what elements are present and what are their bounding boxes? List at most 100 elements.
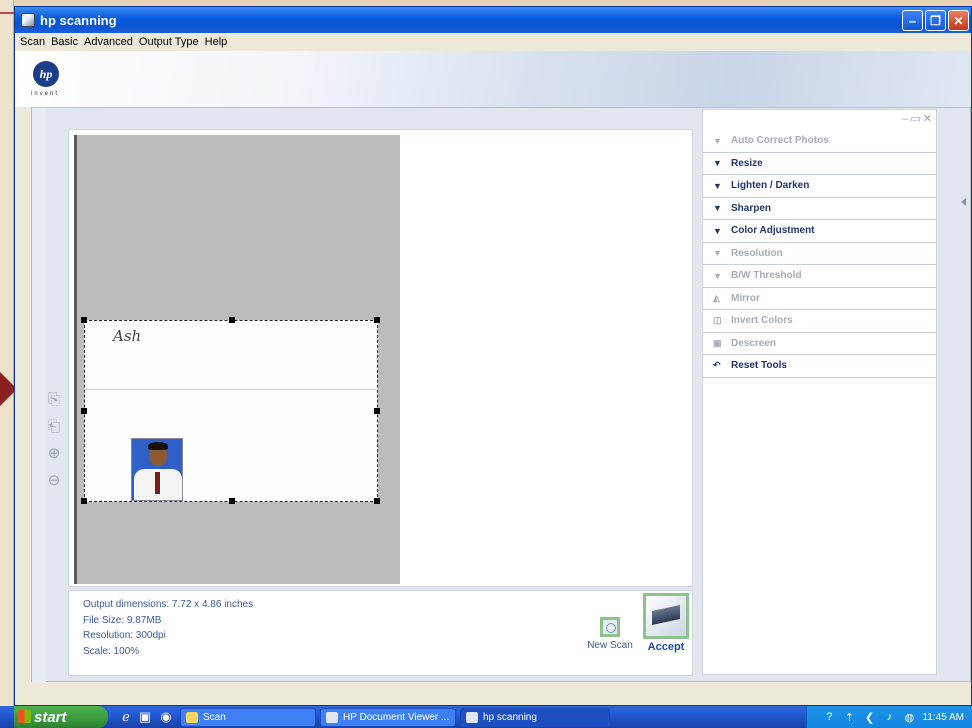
tool-label: Sharpen [731, 202, 772, 214]
new-scan-button[interactable]: New Scan [585, 617, 635, 651]
menu-scan[interactable]: Scan [17, 36, 48, 48]
tool-label: Mirror [731, 292, 760, 304]
hp-header-band: hp invent [15, 51, 971, 107]
menu-advanced[interactable]: Advanced [81, 36, 136, 48]
accept-label: Accept [647, 641, 685, 653]
quicklaunch-app-icon[interactable]: ▣ [137, 709, 153, 725]
scanner-app-icon [21, 13, 35, 27]
zoom-out-icon[interactable]: ⊖ [44, 469, 64, 491]
taskbar-label: Scan [203, 712, 226, 723]
tool-label: Auto Correct Photos [731, 135, 829, 147]
browser-icon[interactable]: ◉ [158, 709, 174, 725]
window-controls: ‒ ❐ ✕ [902, 10, 969, 31]
triangle-down-icon: ▼ [713, 248, 722, 259]
tool-label: Resize [731, 157, 763, 169]
tool-reset-tools[interactable]: ↶ Reset Tools [703, 355, 936, 378]
descreen-icon: ▣ [713, 337, 722, 348]
hp-tagline: invent [31, 91, 60, 97]
taskbar-label: HP Document Viewer ... [343, 712, 450, 723]
undo-icon: ↶ [713, 360, 721, 371]
volume-icon[interactable]: ♪ [882, 710, 896, 724]
tool-descreen: ▣ Descreen [703, 333, 936, 355]
scale: Scale: 100% [83, 646, 140, 657]
menu-bar: Scan Basic Advanced Output Type Help [15, 33, 971, 50]
scanner-app-icon [466, 712, 478, 723]
tool-mirror: ◭ Mirror [703, 288, 936, 310]
preview-tool-strip: ⎘ ⎗ ⊕ ⊖ [44, 388, 66, 496]
scanned-document-selection[interactable]: Ash [81, 317, 380, 504]
menu-basic[interactable]: Basic [48, 36, 81, 48]
crop-handle-left[interactable] [81, 408, 87, 414]
maximize-button[interactable]: ❐ [925, 10, 946, 31]
help-icon[interactable]: ? [822, 710, 836, 724]
rotate-left-icon[interactable]: ⎘ [44, 388, 64, 410]
new-scan-icon [600, 617, 620, 637]
tool-lighten-darken[interactable]: ▼ Lighten / Darken [703, 175, 936, 198]
menu-output-type[interactable]: Output Type [136, 36, 202, 48]
taskbar-label: hp scanning [483, 712, 537, 723]
window-title: hp scanning [40, 12, 117, 28]
minimize-button[interactable]: ‒ [902, 10, 923, 31]
start-button[interactable]: start [14, 706, 108, 728]
accept-button[interactable]: Accept [641, 593, 691, 653]
outer-backdrop-left [0, 0, 14, 728]
triangle-down-icon: ▼ [713, 180, 722, 191]
taskbar-button-scan[interactable]: Scan [180, 708, 316, 727]
title-bar[interactable]: hp scanning ‒ ❐ ✕ [15, 7, 971, 33]
folder-icon [186, 712, 198, 723]
monitor-icon[interactable]: ◍ [902, 710, 916, 724]
resolution: Resolution: 300dpi [83, 630, 166, 641]
scanner-accept-icon [643, 593, 689, 639]
crop-handle-bottom-left[interactable] [81, 498, 87, 504]
scanner-bed-preview: Ash [74, 135, 400, 584]
tool-sharpen[interactable]: ▼ Sharpen [703, 198, 936, 220]
triangle-down-icon: ▼ [713, 270, 722, 281]
tool-label: B/W Threshold [731, 270, 802, 282]
preview-canvas: Ash [68, 129, 693, 587]
tool-list: ▼ Auto Correct Photos ▼ Resize ▼ Lighten / … [703, 130, 936, 378]
bed-edge [74, 135, 77, 584]
close-button[interactable]: ✕ [948, 10, 969, 31]
tool-invert-colors: ◫ Invert Colors [703, 310, 936, 333]
tool-resize[interactable]: ▼ Resize [703, 153, 936, 175]
arrow-back-icon[interactable]: ❮ [862, 710, 876, 724]
red-accent-line [0, 12, 14, 14]
system-tray: ? ⇡ ❮ ♪ ◍ 11:45 AM [806, 706, 972, 728]
document-fold-line [85, 389, 379, 390]
crop-handle-bottom-right[interactable] [374, 498, 380, 504]
taskbar-button-hp-document-viewer[interactable]: HP Document Viewer ... [320, 708, 456, 727]
taskbar-button-hp-scanning[interactable]: hp scanning [460, 708, 610, 727]
photo-hair [148, 442, 168, 450]
tool-label: Lighten / Darken [731, 180, 810, 192]
crop-handle-top-left[interactable] [81, 317, 87, 323]
menu-help[interactable]: Help [202, 36, 231, 48]
crop-handle-bottom[interactable] [229, 498, 235, 504]
tools-panel: ‒▭✕ ▼ Auto Correct Photos ▼ Resize ▼ Lighte… [702, 109, 937, 675]
taskbar: start ℯ ▣ ◉ Scan HP Document Viewer ... … [0, 706, 972, 728]
triangle-down-icon: ▼ [713, 203, 722, 214]
crop-handle-right[interactable] [374, 408, 380, 414]
photo-tie [155, 472, 160, 494]
tool-label: Color Adjustment [731, 225, 815, 237]
mirror-icon: ◭ [713, 292, 720, 303]
zoom-in-icon[interactable]: ⊕ [44, 442, 64, 464]
crop-handle-top[interactable] [229, 317, 235, 323]
panel-window-controls[interactable]: ‒▭✕ [902, 112, 934, 125]
triangle-down-icon: ▼ [713, 225, 722, 236]
invert-icon: ◫ [713, 315, 722, 326]
hp-logo: hp [33, 61, 59, 87]
triangle-down-icon: ▼ [713, 158, 722, 169]
tool-color-adjustment[interactable]: ▼ Color Adjustment [703, 220, 936, 243]
crop-handle-top-right[interactable] [374, 317, 380, 323]
internet-explorer-icon[interactable]: ℯ [118, 709, 134, 725]
rotate-right-icon[interactable]: ⎗ [44, 415, 64, 437]
new-scan-label: New Scan [587, 640, 633, 651]
tool-label: Reset Tools [731, 360, 787, 372]
signature-mark: Ash [113, 327, 142, 345]
tool-label: Invert Colors [731, 315, 793, 327]
start-label: start [34, 708, 67, 726]
panel-collapse-arrow-icon[interactable] [961, 198, 966, 206]
scan-info-panel: Output dimensions: 7.72 x 4.86 inches Fi… [68, 590, 693, 676]
document-viewer-icon [326, 712, 338, 723]
network-icon[interactable]: ⇡ [842, 710, 856, 724]
